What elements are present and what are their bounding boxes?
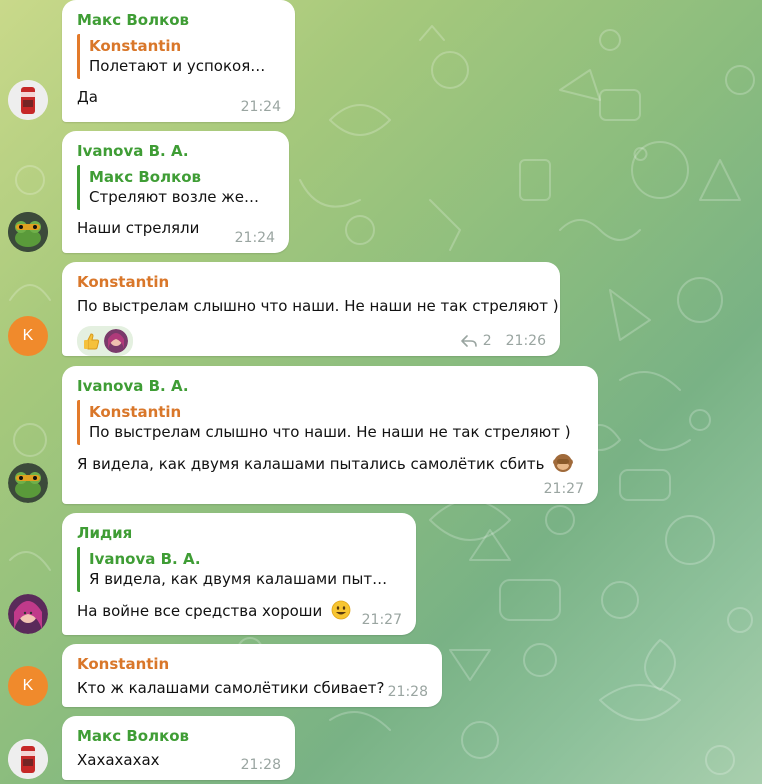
avatar[interactable]: K <box>8 316 48 356</box>
see-no-evil-monkey-icon <box>553 454 574 472</box>
message: Konstantin Кто ж калашами самолётики сби… <box>62 644 442 707</box>
grinning-face-icon <box>331 600 351 620</box>
frog-avatar-icon <box>8 463 48 503</box>
reply-sender-name: Макс Волков <box>89 168 202 186</box>
reply-sender-name: Ivanova B. A. <box>89 550 201 568</box>
sender-name[interactable]: Ivanova B. A. <box>77 141 275 161</box>
reply-quote[interactable]: Ivanova B. A. Я видела, как двумя калаша… <box>77 547 402 592</box>
sender-name[interactable]: Konstantin <box>77 654 428 674</box>
frog-avatar-icon <box>8 212 48 252</box>
avatar[interactable] <box>8 463 48 503</box>
sender-name[interactable]: Лидия <box>77 523 402 543</box>
reaction-user-avatar <box>104 329 128 353</box>
message-bubble[interactable]: Konstantin Кто ж калашами самолётики сби… <box>62 644 442 707</box>
message: Ivanova B. A. Макс Волков Стреляют возле… <box>62 131 289 253</box>
message-time: 21:27 <box>543 481 584 497</box>
soda-can-avatar-icon <box>8 739 48 779</box>
message-text: На войне все средства хороши <box>77 602 323 620</box>
message-time: 21:26 <box>505 333 546 349</box>
message: Konstantin По выстрелам слышно что наши.… <box>62 262 560 356</box>
reply-sender-name: Konstantin <box>89 37 182 55</box>
sender-name[interactable]: Konstantin <box>77 272 546 292</box>
reply-text: По выстрелам слышно что наши. Не наши не… <box>89 423 571 441</box>
message: Макс Волков Хахахахах 21:28 <box>62 716 295 780</box>
avatar[interactable]: K <box>8 666 48 706</box>
message-bubble[interactable]: Ivanova B. A. Макс Волков Стреляют возле… <box>62 131 289 253</box>
avatar[interactable] <box>8 594 48 634</box>
message: Лидия Ivanova B. A. Я видела, как двумя … <box>62 513 416 635</box>
reply-quote[interactable]: Konstantin Полетают и успокоятс... <box>77 34 281 79</box>
message-text: Кто ж калашами самолётики сбивает? <box>77 679 385 697</box>
message-time: 21:24 <box>240 99 281 115</box>
thumbs-up-icon <box>84 333 100 350</box>
message-time: 21:24 <box>234 230 275 246</box>
reply-count[interactable]: 2 <box>483 333 492 349</box>
reply-quote[interactable]: Konstantin По выстрелам слышно что наши.… <box>77 400 584 445</box>
message-text-line: Я видела, как двумя калашами пытались са… <box>77 453 584 474</box>
message-bubble[interactable]: Konstantin По выстрелам слышно что наши.… <box>62 262 560 356</box>
message-bubble[interactable]: Макс Волков Konstantin Полетают и успоко… <box>62 0 295 122</box>
reply-quote[interactable]: Макс Волков Стреляют возле желе... <box>77 165 275 210</box>
reaction-pill[interactable] <box>77 326 133 356</box>
girl-photo-avatar-icon <box>8 594 48 634</box>
message-time: 21:28 <box>387 684 428 700</box>
message-text: Я видела, как двумя калашами пытались са… <box>77 455 545 473</box>
sender-name[interactable]: Макс Волков <box>77 10 281 30</box>
message-time: 21:28 <box>240 757 281 773</box>
sender-name[interactable]: Ivanova B. A. <box>77 376 584 396</box>
avatar[interactable] <box>8 80 48 120</box>
avatar[interactable] <box>8 739 48 779</box>
reply-text: Полетают и успокоятс... <box>89 57 273 75</box>
avatar[interactable] <box>8 212 48 252</box>
sender-name[interactable]: Макс Волков <box>77 726 281 746</box>
message-bubble[interactable]: Макс Волков Хахахахах 21:28 <box>62 716 295 780</box>
soda-can-avatar-icon <box>8 80 48 120</box>
girl-photo-avatar-icon <box>104 329 128 353</box>
reply-arrow-icon[interactable] <box>460 334 477 348</box>
message-text-line: На войне все средства хороши <box>77 600 402 621</box>
reply-text: Стреляют возле желе... <box>89 188 267 206</box>
message: Макс Волков Konstantin Полетают и успоко… <box>62 0 295 122</box>
message-time: 21:27 <box>361 612 402 628</box>
message-meta: 2 21:26 <box>460 333 546 349</box>
reply-sender-name: Konstantin <box>89 403 182 421</box>
message-bubble[interactable]: Ivanova B. A. Konstantin По выстрелам сл… <box>62 366 598 504</box>
reply-text: Я видела, как двумя калашами пытали... <box>89 570 394 588</box>
message: Ivanova B. A. Konstantin По выстрелам сл… <box>62 366 598 504</box>
message-bubble[interactable]: Лидия Ivanova B. A. Я видела, как двумя … <box>62 513 416 635</box>
message-text: По выстрелам слышно что наши. Не наши не… <box>77 297 559 315</box>
